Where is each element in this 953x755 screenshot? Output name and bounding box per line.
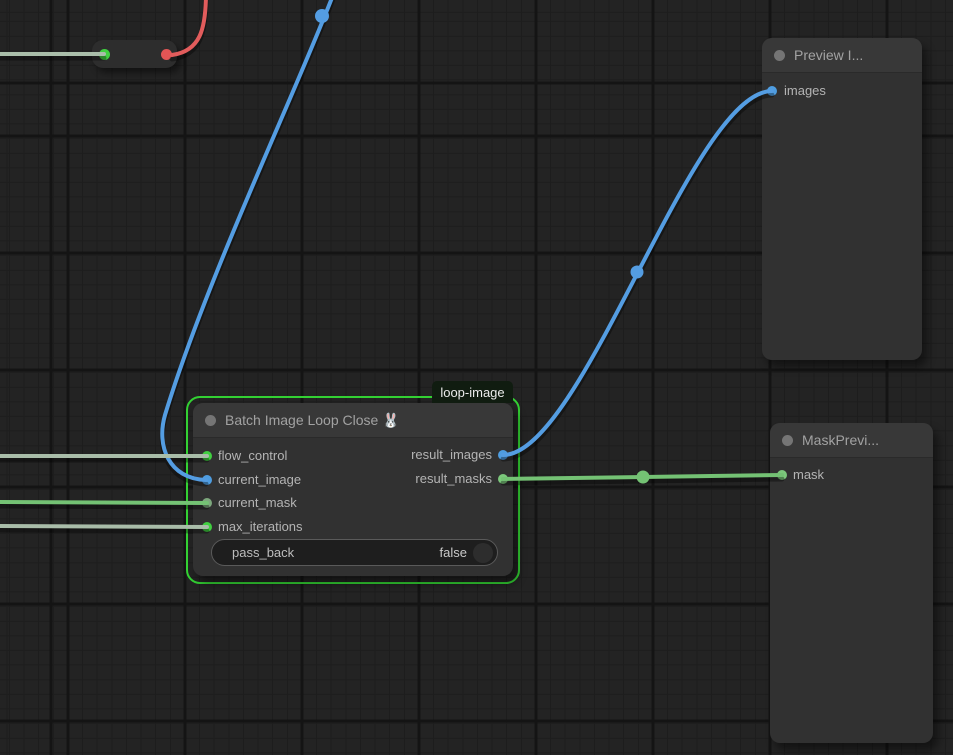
collapse-dot-icon[interactable] [782, 435, 793, 446]
link-midpoint-dot[interactable] [637, 471, 650, 484]
output-slot-result-masks[interactable] [498, 474, 508, 484]
node-mask-preview[interactable]: MaskPrevi... mask [770, 423, 933, 743]
input-slot-flow-control[interactable] [202, 451, 212, 461]
input-slot-current-image[interactable] [202, 475, 212, 485]
input-label-max-iterations: max_iterations [218, 519, 303, 534]
input-slot-mask[interactable] [777, 470, 787, 480]
input-label-current-mask: current_mask [218, 495, 297, 510]
link-midpoint-dot[interactable] [631, 266, 644, 279]
node-batch-image-loop-close[interactable]: Batch Image Loop Close 🐰 flow_control cu… [193, 403, 513, 576]
output-slot-result-images[interactable] [498, 450, 508, 460]
wire-red-from-collapsed[interactable] [172, 0, 206, 55]
collapse-dot-icon[interactable] [205, 415, 216, 426]
node-title: Preview I... [794, 47, 863, 63]
collapse-dot-icon[interactable] [774, 50, 785, 61]
wire-green-masks-to-preview[interactable] [503, 475, 782, 479]
node-title: MaskPrevi... [802, 432, 879, 448]
output-label-result-images: result_images [411, 447, 492, 462]
collapsed-output-slot[interactable] [161, 49, 172, 60]
node-preview-image[interactable]: Preview I... images [762, 38, 922, 360]
node-header[interactable]: MaskPrevi... [770, 423, 933, 458]
wire-green-to-current-mask[interactable] [0, 502, 207, 503]
link-midpoint-dot[interactable] [315, 9, 329, 23]
toggle-knob-icon[interactable] [473, 543, 493, 563]
widget-name: pass_back [232, 545, 440, 560]
input-slot-max-iterations[interactable] [202, 522, 212, 532]
input-slot-images[interactable] [767, 86, 777, 96]
wire-sage-to-max-iterations[interactable] [0, 526, 207, 527]
input-label-current-image: current_image [218, 472, 301, 487]
collapsed-input-slot[interactable] [99, 49, 110, 60]
node-title: Batch Image Loop Close 🐰 [225, 412, 400, 429]
collapsed-node[interactable] [92, 40, 177, 68]
widget-value: false [440, 545, 467, 560]
input-label-mask: mask [793, 467, 824, 482]
pass-back-toggle[interactable]: pass_back false [211, 539, 498, 566]
input-slot-current-mask[interactable] [202, 498, 212, 508]
node-graph-canvas[interactable]: Batch Image Loop Close 🐰 flow_control cu… [0, 0, 953, 755]
output-label-result-masks: result_masks [415, 471, 492, 486]
wire-blue-results-to-preview[interactable] [503, 91, 772, 455]
input-label-images: images [784, 83, 826, 98]
input-label-flow-control: flow_control [218, 448, 287, 463]
node-header[interactable]: Batch Image Loop Close 🐰 [193, 403, 513, 438]
node-header[interactable]: Preview I... [762, 38, 922, 73]
node-tag-badge: loop-image [432, 381, 513, 403]
